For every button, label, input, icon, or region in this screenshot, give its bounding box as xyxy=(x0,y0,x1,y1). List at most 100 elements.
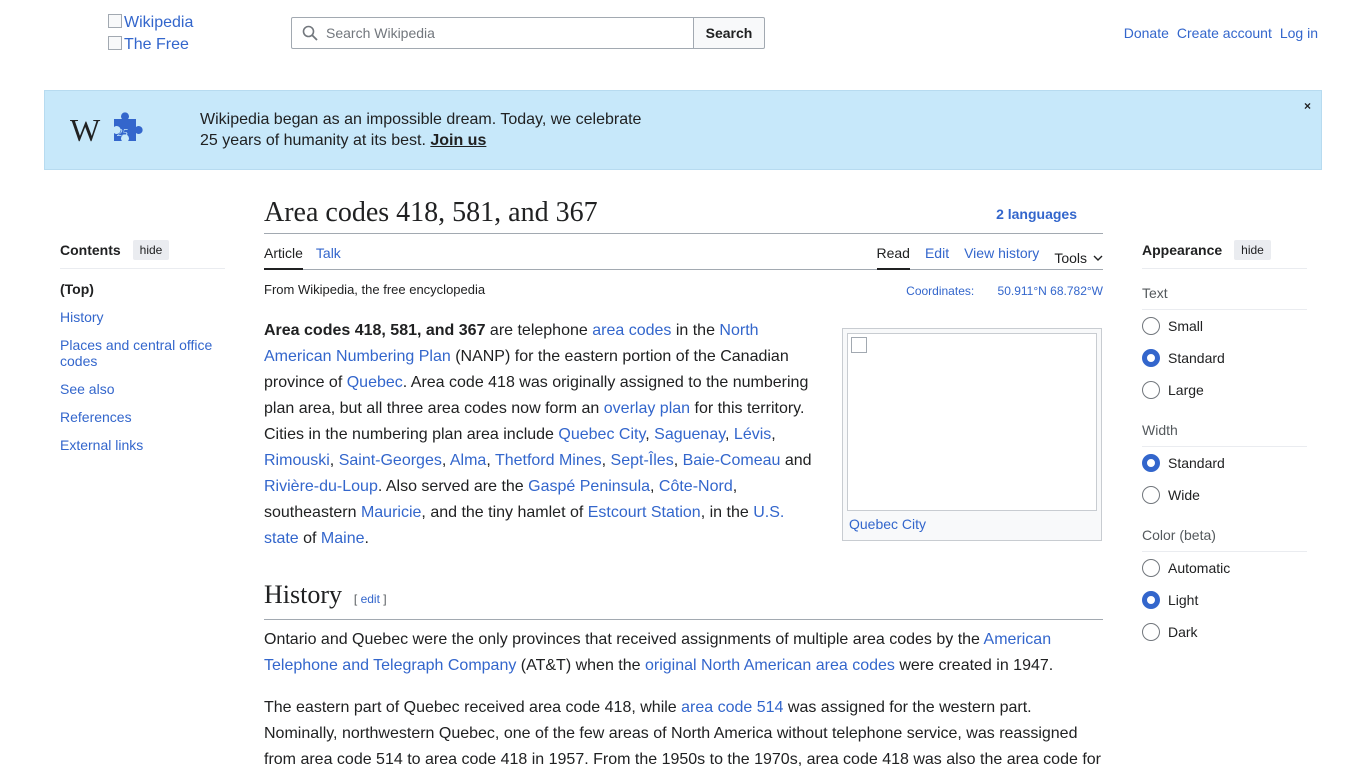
radio-text-standard[interactable]: Standard xyxy=(1142,342,1307,374)
appearance-title: Appearance xyxy=(1142,242,1223,258)
coordinates-label[interactable]: Coordinates: xyxy=(906,284,974,298)
toc-item-see-also[interactable]: See also xyxy=(60,381,225,397)
appearance-hide-button[interactable]: hide xyxy=(1234,240,1271,260)
radio-icon xyxy=(1142,623,1160,641)
link-mauricie[interactable]: Mauricie xyxy=(361,504,421,521)
history-paragraph-1: Ontario and Quebec were the only provinc… xyxy=(264,631,1054,674)
search-field[interactable] xyxy=(291,17,694,49)
link-levis[interactable]: Lévis xyxy=(734,426,771,443)
radio-label: Small xyxy=(1168,318,1204,334)
search-input[interactable] xyxy=(326,25,666,41)
lead-paragraph: Area codes 418, 581, and 367 are telepho… xyxy=(264,322,812,547)
radio-width-wide[interactable]: Wide xyxy=(1142,479,1307,511)
infobox-image[interactable] xyxy=(847,333,1097,511)
radio-label: Light xyxy=(1168,592,1199,608)
link-area-codes[interactable]: area codes xyxy=(592,322,671,339)
tools-label: Tools xyxy=(1054,249,1087,266)
link-thetford-mines[interactable]: Thetford Mines xyxy=(495,452,602,469)
broken-image-icon xyxy=(108,14,122,28)
radio-color-automatic[interactable]: Automatic xyxy=(1142,552,1307,584)
toc-hide-button[interactable]: hide xyxy=(132,240,170,260)
radio-label: Large xyxy=(1168,382,1204,398)
radio-icon xyxy=(1142,317,1160,335)
close-icon[interactable]: × xyxy=(1304,99,1311,113)
radio-icon xyxy=(1142,559,1160,577)
search-icon xyxy=(302,25,318,41)
radio-text-large[interactable]: Large xyxy=(1142,374,1307,406)
link-quebec-city[interactable]: Quebec City xyxy=(558,426,645,443)
link-saguenay[interactable]: Saguenay xyxy=(654,426,725,443)
toc-item-external-links[interactable]: External links xyxy=(60,437,225,453)
text-size-label: Text xyxy=(1142,285,1307,310)
radio-selected-icon xyxy=(1142,349,1160,367)
link-rimouski[interactable]: Rimouski xyxy=(264,452,330,469)
anniversary-banner: W 25 Wikipedia began as an impossible dr… xyxy=(44,90,1322,170)
radio-icon xyxy=(1142,381,1160,399)
tab-talk[interactable]: Talk xyxy=(316,245,341,270)
history-heading-text: History xyxy=(264,580,342,609)
link-gaspe[interactable]: Gaspé Peninsula xyxy=(528,478,650,495)
tools-menu[interactable]: Tools xyxy=(1054,245,1103,270)
user-links: Donate Create account Log in xyxy=(1124,25,1318,41)
link-maine[interactable]: Maine xyxy=(321,530,365,547)
tab-read[interactable]: Read xyxy=(876,245,910,270)
tagline: From Wikipedia, the free encyclopedia xyxy=(264,282,486,297)
tab-article[interactable]: Article xyxy=(264,245,303,270)
radio-icon xyxy=(1142,486,1160,504)
radio-width-standard[interactable]: Standard xyxy=(1142,447,1307,479)
toc-item-history[interactable]: History xyxy=(60,309,225,325)
toc-item-top[interactable]: (Top) xyxy=(60,281,225,297)
tab-edit[interactable]: Edit xyxy=(925,245,949,270)
table-of-contents: Contents hide (Top) History Places and c… xyxy=(60,240,225,465)
broken-image-icon xyxy=(851,337,867,353)
edit-link[interactable]: edit xyxy=(361,592,380,606)
infobox-caption[interactable]: Quebec City xyxy=(847,516,1097,532)
radio-color-light[interactable]: Light xyxy=(1142,584,1307,616)
link-alma[interactable]: Alma xyxy=(450,452,486,469)
radio-text-small[interactable]: Small xyxy=(1142,310,1307,342)
link-estcourt[interactable]: Estcourt Station xyxy=(588,504,701,521)
banner-line-2: 25 years of humanity at its best. xyxy=(200,132,426,149)
link-overlay-plan[interactable]: overlay plan xyxy=(604,400,690,417)
wikipedia-25-logo: W 25 xyxy=(70,112,143,148)
radio-selected-icon xyxy=(1142,591,1160,609)
banner-message: Wikipedia began as an impossible dream. … xyxy=(200,109,641,151)
infobox: Quebec City xyxy=(842,328,1102,541)
link-sept-iles[interactable]: Sept-Îles xyxy=(611,452,674,469)
section-edit-link: [ edit ] xyxy=(353,592,387,606)
broken-image-icon xyxy=(108,36,122,50)
chevron-down-icon xyxy=(1093,255,1103,261)
page-title: Area codes 418, 581, and 367 xyxy=(264,197,598,228)
logo-alt-text: Wikipedia xyxy=(124,14,194,31)
languages-button[interactable]: 2 languages xyxy=(996,206,1077,222)
link-saint-georges[interactable]: Saint-Georges xyxy=(339,452,442,469)
banner-line-1: Wikipedia began as an impossible dream. … xyxy=(200,111,642,128)
site-header: Wikipedia The Free Search Donate Create … xyxy=(0,0,1366,66)
tab-view-history[interactable]: View history xyxy=(964,245,1039,270)
toc-item-places[interactable]: Places and central office codes xyxy=(60,337,225,369)
svg-text:25: 25 xyxy=(117,127,129,139)
search-button[interactable]: Search xyxy=(694,17,765,49)
link-quebec[interactable]: Quebec xyxy=(347,374,403,391)
login-link[interactable]: Log in xyxy=(1280,25,1318,41)
radio-label: Wide xyxy=(1168,487,1200,503)
join-us-link[interactable]: Join us xyxy=(430,132,486,149)
link-cote-nord[interactable]: Côte-Nord xyxy=(659,478,733,495)
link-riviere-du-loup[interactable]: Rivière-du-Loup xyxy=(264,478,378,495)
search-form: Search xyxy=(291,17,765,49)
coordinates-value[interactable]: 50.911°N 68.782°W xyxy=(998,284,1103,298)
toc-item-references[interactable]: References xyxy=(60,409,225,425)
history-heading: History [ edit ] xyxy=(264,580,1103,620)
link-baie-comeau[interactable]: Baie-Comeau xyxy=(683,452,781,469)
toc-title: Contents xyxy=(60,242,121,258)
link-area-code-514[interactable]: area code 514 xyxy=(681,699,783,716)
create-account-link[interactable]: Create account xyxy=(1177,25,1272,41)
history-paragraph-2: The eastern part of Quebec received area… xyxy=(264,699,1101,768)
radio-label: Automatic xyxy=(1168,560,1231,576)
radio-color-dark[interactable]: Dark xyxy=(1142,616,1307,648)
link-original-area-codes[interactable]: original North American area codes xyxy=(645,657,895,674)
color-label: Color (beta) xyxy=(1142,527,1307,552)
radio-label: Standard xyxy=(1168,455,1225,471)
donate-link[interactable]: Donate xyxy=(1124,25,1169,41)
wikipedia-logo[interactable]: Wikipedia The Free xyxy=(108,12,218,52)
